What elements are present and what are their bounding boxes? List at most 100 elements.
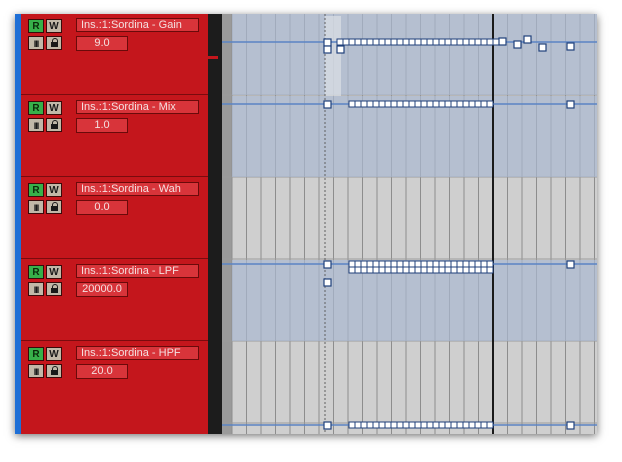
automation-node (360, 38, 368, 46)
automation-node (486, 421, 494, 429)
automation-node (450, 100, 458, 108)
automation-node (456, 421, 464, 429)
automation-node (468, 260, 476, 268)
parameter-selector[interactable]: Ins.:1:Sordina - HPF (76, 346, 199, 360)
lock-button[interactable] (46, 364, 62, 378)
automation-node (450, 260, 458, 268)
write-button[interactable]: W (46, 347, 62, 361)
timeline-left-shade (222, 14, 232, 434)
parameter-value[interactable]: 1.0 (76, 118, 128, 133)
automation-node (486, 100, 494, 108)
automation-node (432, 421, 440, 429)
automation-node (420, 100, 428, 108)
automation-node (456, 38, 464, 46)
edit-button[interactable]: III (28, 282, 44, 296)
automation-node (444, 421, 452, 429)
parameter-value[interactable]: 20000.0 (76, 282, 128, 297)
read-button[interactable]: R (28, 183, 44, 197)
automation-node (378, 421, 386, 429)
automation-node (366, 38, 374, 46)
automation-node (480, 266, 488, 274)
automation-node (480, 421, 488, 429)
automation-node (432, 260, 440, 268)
automation-node (384, 421, 392, 429)
automation-node (408, 421, 416, 429)
automation-node (323, 260, 332, 269)
write-button[interactable]: W (46, 19, 62, 33)
automation-node (336, 45, 345, 54)
lock-icon (51, 120, 58, 129)
parameter-selector[interactable]: Ins.:1:Sordina - LPF (76, 264, 199, 278)
lock-button[interactable] (46, 200, 62, 214)
automation-node (420, 38, 428, 46)
automation-node (360, 421, 368, 429)
automation-node (390, 266, 398, 274)
lock-icon (51, 202, 58, 211)
automation-timeline[interactable] (222, 14, 597, 434)
read-button[interactable]: R (28, 101, 44, 115)
automation-node (384, 266, 392, 274)
automation-node (408, 266, 416, 274)
lock-icon (51, 366, 58, 375)
automation-node (348, 260, 356, 268)
automation-node (396, 266, 404, 274)
parameter-selector[interactable]: Ins.:1:Sordina - Mix (76, 100, 199, 114)
automation-node (342, 38, 350, 46)
parameter-value[interactable]: 0.0 (76, 200, 128, 215)
automation-canvas[interactable] (222, 14, 597, 434)
automation-node (438, 38, 446, 46)
automation-node (468, 421, 476, 429)
write-button[interactable]: W (46, 183, 62, 197)
lock-button[interactable] (46, 36, 62, 50)
automation-node (378, 100, 386, 108)
automation-node (474, 421, 482, 429)
automation-node (323, 100, 332, 109)
edit-button[interactable]: III (28, 36, 44, 50)
read-button[interactable]: R (28, 265, 44, 279)
automation-track-wah: R W III Ins.:1:Sordina - Wah 0.0 (21, 178, 208, 259)
write-button[interactable]: W (46, 101, 62, 115)
automation-node (336, 38, 344, 46)
parameter-value[interactable]: 9.0 (76, 36, 128, 51)
read-button[interactable]: R (28, 347, 44, 361)
parameter-selector[interactable]: Ins.:1:Sordina - Wah (76, 182, 199, 196)
automation-track-mix: R W III Ins.:1:Sordina - Mix 1.0 (21, 96, 208, 177)
automation-node (444, 100, 452, 108)
automation-node (366, 260, 374, 268)
automation-node (438, 266, 446, 274)
automation-node (354, 260, 362, 268)
read-button[interactable]: R (28, 19, 44, 33)
parameter-selector[interactable]: Ins.:1:Sordina - Gain (76, 18, 199, 32)
automation-node (390, 38, 398, 46)
automation-node (354, 38, 362, 46)
lock-icon (51, 284, 58, 293)
edit-button[interactable]: III (28, 364, 44, 378)
edit-button[interactable]: III (28, 200, 44, 214)
automation-node (480, 100, 488, 108)
automation-node (323, 278, 332, 287)
automation-node (420, 260, 428, 268)
automation-node (462, 100, 470, 108)
parameter-value[interactable]: 20.0 (76, 364, 128, 379)
automation-node (474, 260, 482, 268)
lock-button[interactable] (46, 282, 62, 296)
automation-node (426, 421, 434, 429)
write-button[interactable]: W (46, 265, 62, 279)
automation-node (402, 266, 410, 274)
automation-node (444, 266, 452, 274)
lock-button[interactable] (46, 118, 62, 132)
automation-node (468, 100, 476, 108)
automation-node (474, 266, 482, 274)
edit-button[interactable]: III (28, 118, 44, 132)
automation-node (348, 100, 356, 108)
automation-node (538, 43, 547, 52)
track-divider[interactable] (208, 14, 222, 434)
automation-node (378, 266, 386, 274)
automation-node (372, 266, 380, 274)
automation-node (384, 260, 392, 268)
automation-node (438, 421, 446, 429)
automation-selection (232, 14, 597, 95)
automation-node (408, 38, 416, 46)
automation-node (456, 260, 464, 268)
automation-node (366, 100, 374, 108)
